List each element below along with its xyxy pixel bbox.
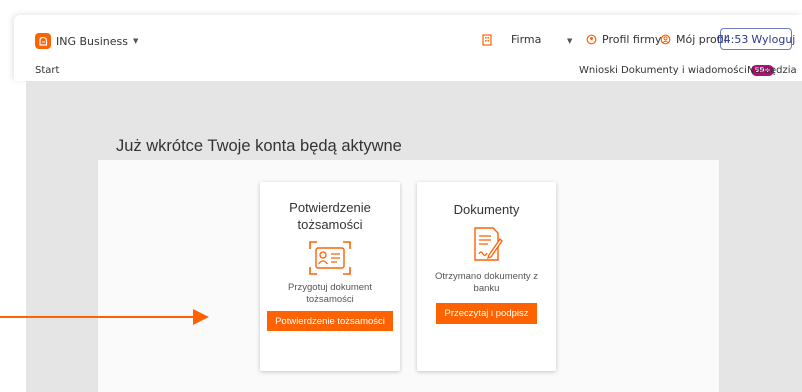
company-label: Firma xyxy=(511,33,542,46)
brand-name: ING Business xyxy=(56,34,128,48)
session-timer: 04:53 xyxy=(716,32,749,46)
document-sign-icon xyxy=(473,227,503,261)
brand-caret-icon: ▼ xyxy=(133,37,139,45)
identity-card-description: Przygotuj dokument tożsamości xyxy=(288,282,372,305)
company-profile-label: Profil firmy xyxy=(602,33,662,46)
read-and-sign-button[interactable]: Przeczytaj i podpisz xyxy=(436,303,537,324)
pointer-arrow-icon xyxy=(0,309,209,325)
user-circle-icon xyxy=(660,34,671,45)
documents-card-title: Dokumenty xyxy=(453,202,520,217)
building-icon xyxy=(482,33,492,46)
brand-switcher[interactable]: ING Business ▼ xyxy=(35,33,138,49)
nav-wnioski[interactable]: Wnioski xyxy=(579,65,618,76)
top-bar: ING Business ▼ Firma ▼ Profil firmy Mój … xyxy=(14,15,802,81)
confirm-identity-button[interactable]: Potwierdzenie tożsamości xyxy=(267,311,393,331)
nav-start[interactable]: Start xyxy=(35,65,59,76)
identity-card: Potwierdzenie tożsamości Przygotuj dokum… xyxy=(260,182,400,371)
identity-card-title: Potwierdzenie tożsamości xyxy=(289,200,371,232)
ing-lion-logo-icon xyxy=(35,33,51,49)
page-title: Już wkrótce Twoje konta będą aktywne xyxy=(116,137,402,155)
nav-documents-label: Dokumenty i wiadomości xyxy=(621,65,747,76)
documents-card-description: Otrzymano dokumenty z banku xyxy=(435,271,538,294)
cards-panel xyxy=(98,160,719,392)
company-profile-link[interactable]: Profil firmy xyxy=(586,33,661,46)
id-card-icon xyxy=(309,241,351,275)
logout-button[interactable]: 04:53 Wyloguj xyxy=(716,28,796,50)
logout-label: Wyloguj xyxy=(751,32,796,46)
company-caret-icon[interactable]: ▼ xyxy=(567,37,572,45)
company-selector[interactable]: Firma xyxy=(482,33,541,46)
documents-card: Dokumenty Otrzymano dokumenty z banku Pr… xyxy=(417,182,556,371)
nav-tools[interactable]: Narzędzia xyxy=(747,65,797,76)
company-profile-icon xyxy=(586,34,597,45)
